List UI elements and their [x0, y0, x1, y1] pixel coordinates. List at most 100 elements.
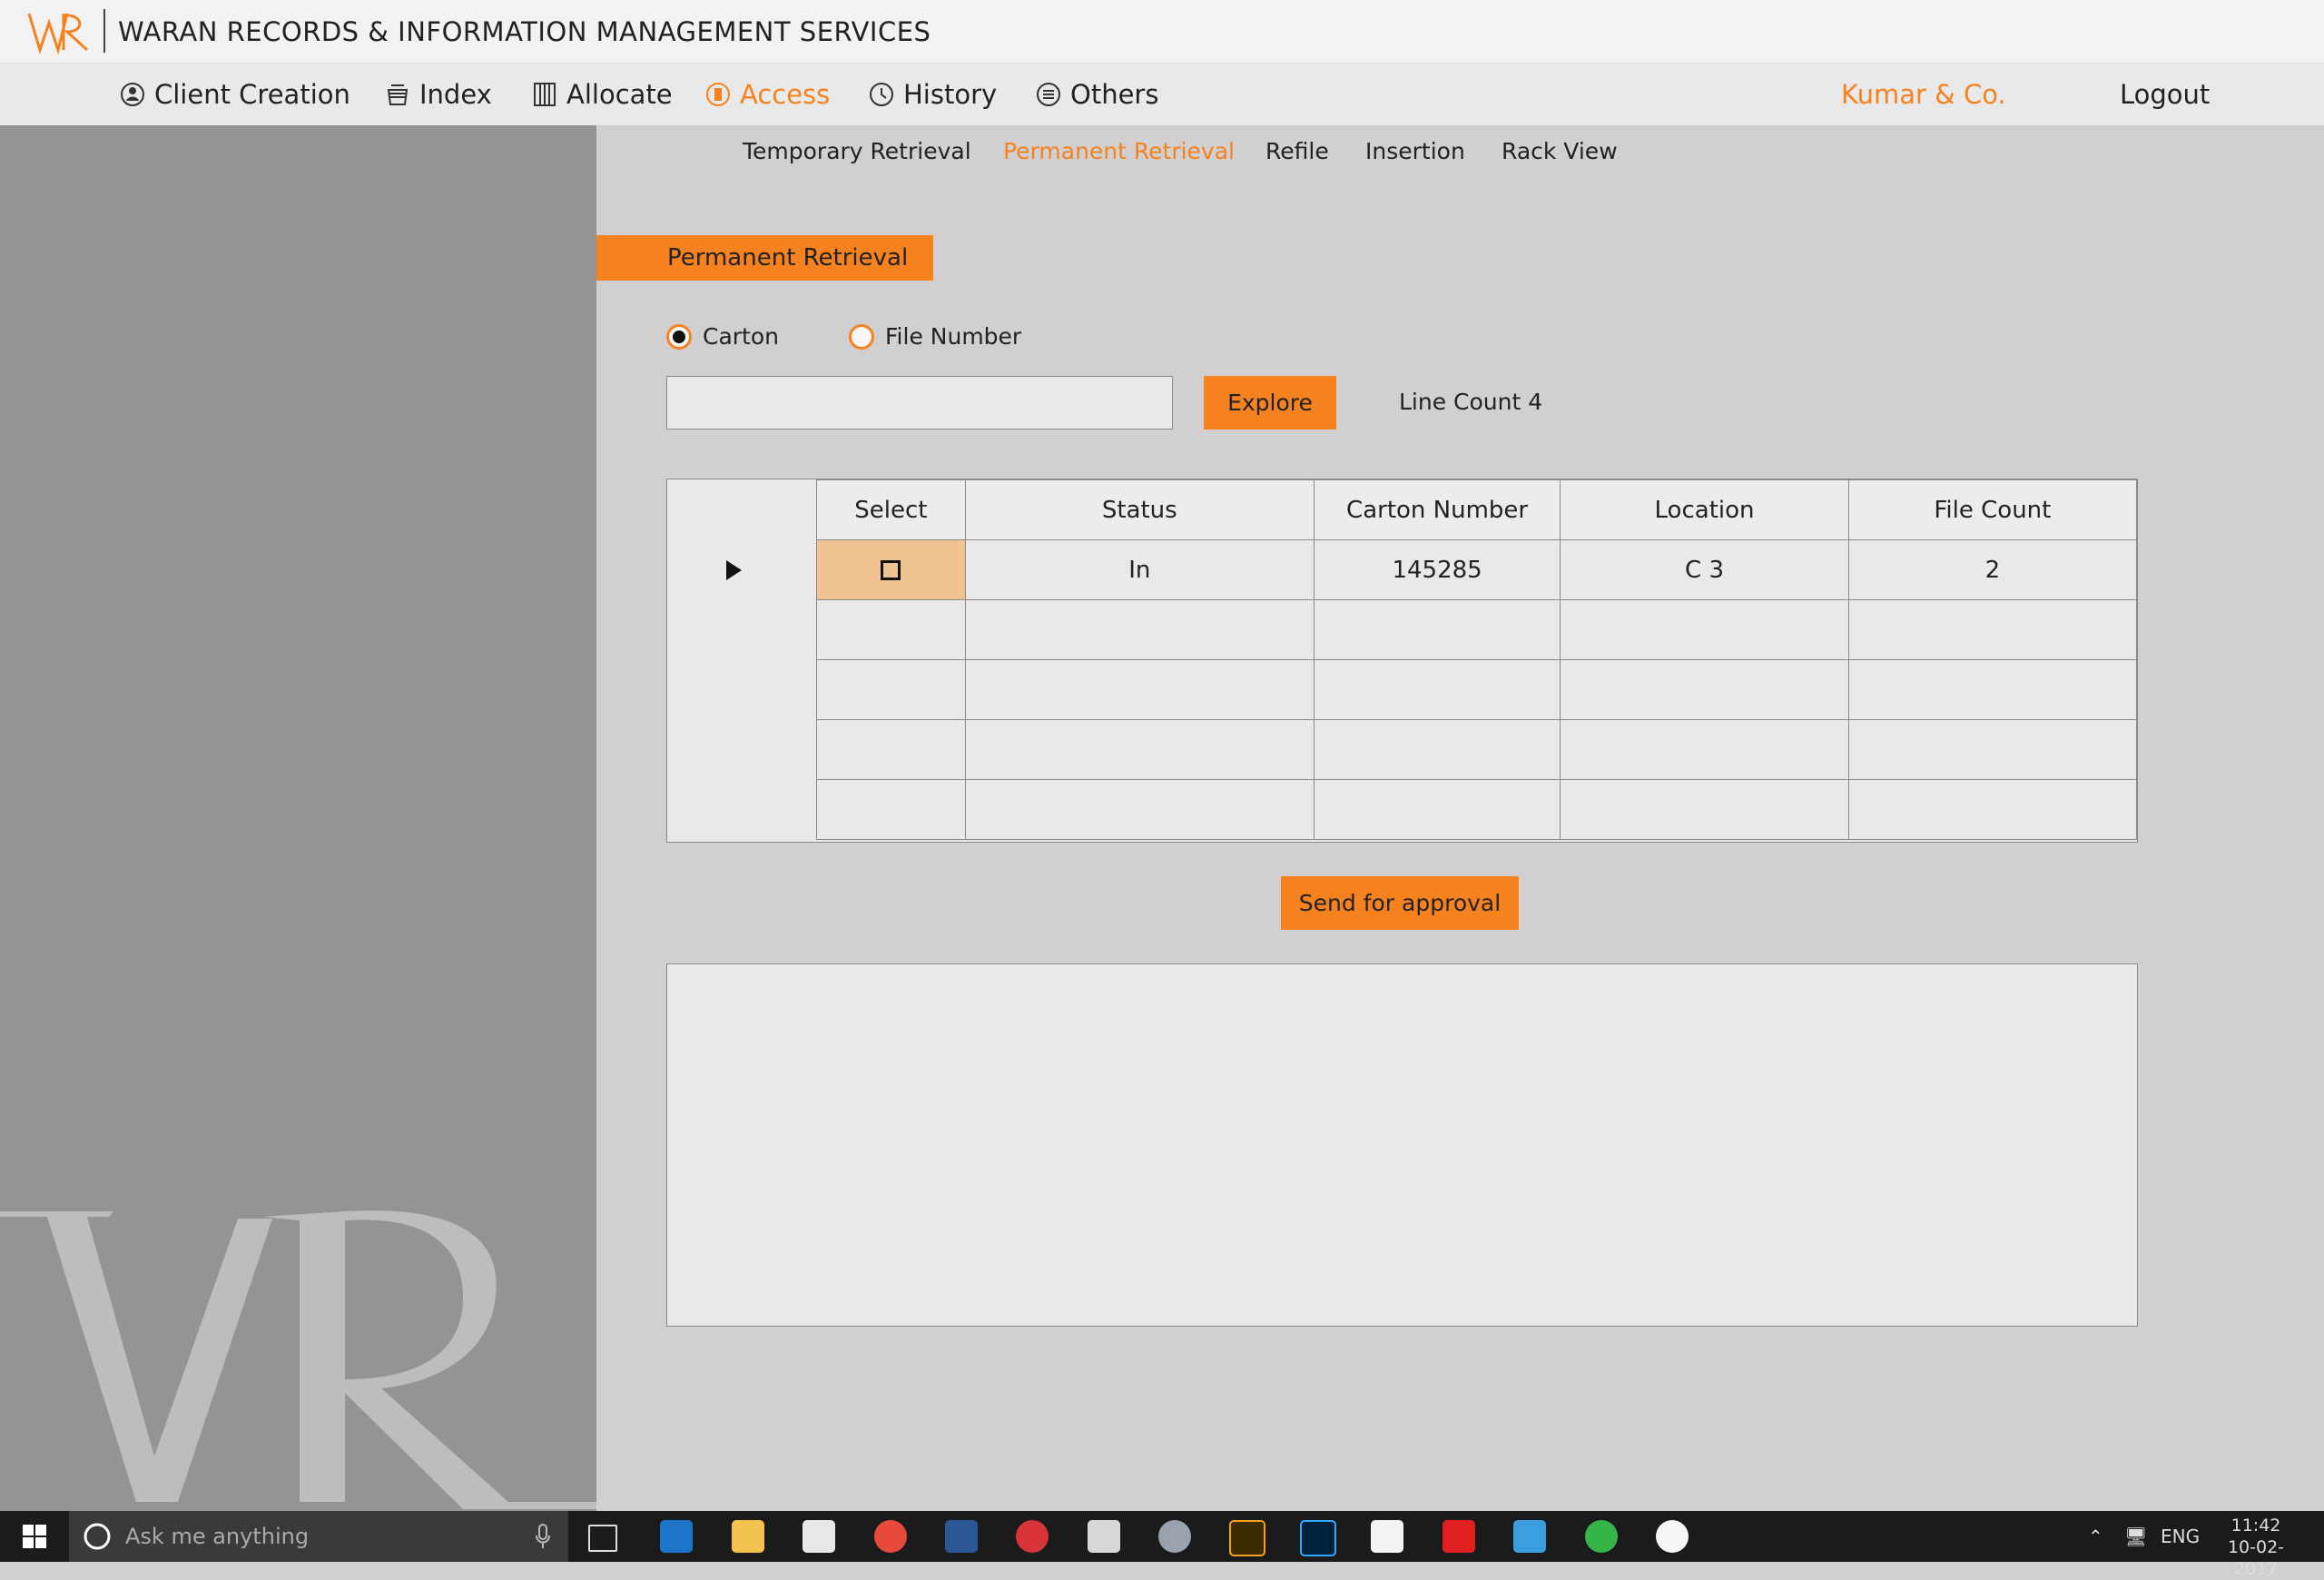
empty-cell [1313, 599, 1561, 660]
edge-browser-icon[interactable] [660, 1520, 693, 1553]
main-menu: Client Creation Index Allocate Access Hi… [0, 64, 2324, 125]
carton-number-cell[interactable]: 145285 [1313, 539, 1561, 600]
microphone-icon[interactable] [534, 1523, 552, 1550]
location-cell[interactable]: C 3 [1560, 539, 1849, 600]
menu-index[interactable]: Index [384, 64, 492, 125]
subnav-rack-view[interactable]: Rack View [1502, 138, 1618, 164]
network-icon[interactable]: 🖥 [2124, 1511, 2147, 1562]
line-count: Line Count 4 [1399, 389, 1543, 415]
subnav-temporary-retrieval[interactable]: Temporary Retrieval [743, 138, 971, 164]
media-app-icon[interactable] [1016, 1520, 1049, 1553]
select-checkbox[interactable] [881, 560, 901, 580]
windows-icon [23, 1525, 46, 1548]
column-header[interactable]: Select [816, 479, 966, 540]
empty-row [816, 659, 2138, 720]
table-header-row: Select Status Carton Number Location Fil… [816, 479, 2138, 540]
empty-cell [1313, 659, 1561, 720]
store-icon[interactable] [803, 1520, 835, 1553]
radio-label: File Number [885, 323, 1022, 350]
tray-chevron-icon[interactable]: ⌃ [2088, 1511, 2103, 1562]
subnav-refile[interactable]: Refile [1265, 138, 1329, 164]
radio-button-selected[interactable] [666, 323, 692, 350]
waran-logo [27, 13, 89, 55]
file-count-cell[interactable]: 2 [1847, 539, 2138, 600]
chrome-icon[interactable] [874, 1520, 907, 1553]
cortana-search[interactable]: Ask me anything [69, 1511, 568, 1562]
empty-cell [1313, 779, 1561, 840]
empty-cell [964, 599, 1315, 660]
acrobat-icon[interactable] [1443, 1520, 1475, 1553]
radio-file-number[interactable]: File Number [849, 323, 1021, 350]
empty-row [816, 719, 2138, 780]
language-indicator[interactable]: ENG [2161, 1511, 2200, 1562]
empty-cell [1560, 779, 1849, 840]
menu-label: Others [1070, 79, 1159, 110]
clock-time: 11:42 [2230, 1516, 2281, 1536]
list-icon [1037, 83, 1060, 106]
section-title: Permanent Retrieval [596, 235, 933, 281]
menu-label: Client Creation [154, 79, 350, 110]
title-bar: WARAN RECORDS & INFORMATION MANAGEMENT S… [0, 0, 2324, 64]
empty-cell [816, 659, 966, 720]
app-title: WARAN RECORDS & INFORMATION MANAGEMENT S… [118, 16, 931, 47]
illustrator-icon[interactable] [1229, 1520, 1265, 1556]
select-cell[interactable] [816, 539, 966, 600]
empty-cell [1847, 779, 2138, 840]
empty-cell [816, 719, 966, 780]
task-view-icon[interactable] [588, 1525, 617, 1552]
sidebar [0, 125, 596, 1511]
empty-row [816, 599, 2138, 660]
pdf-reader-icon[interactable] [1371, 1520, 1403, 1553]
empty-cell [964, 719, 1315, 780]
menu-access[interactable]: Access [704, 64, 830, 125]
search-input[interactable] [666, 376, 1173, 430]
empty-cell [964, 659, 1315, 720]
column-header[interactable]: Carton Number [1313, 479, 1561, 540]
current-row-arrow-icon [726, 560, 742, 580]
start-button[interactable] [0, 1511, 69, 1562]
search-placeholder: Ask me anything [125, 1524, 310, 1549]
empty-cell [1847, 659, 2138, 720]
allocate-icon [534, 83, 556, 106]
radio-button[interactable] [849, 323, 874, 350]
app-icon[interactable] [1158, 1520, 1191, 1553]
subnav-permanent-retrieval[interactable]: Permanent Retrieval [1003, 138, 1235, 164]
green-app-icon[interactable] [1585, 1520, 1618, 1553]
photoshop-icon[interactable] [1300, 1520, 1336, 1556]
column-header[interactable]: File Count [1847, 479, 2138, 540]
word-icon[interactable] [945, 1520, 978, 1553]
results-table: Select Status Carton Number Location Fil… [816, 479, 2138, 840]
system-clock[interactable]: 11:42 10-02-2017 [2206, 1515, 2306, 1580]
logo-separator [103, 9, 105, 53]
menu-label: History [903, 79, 998, 110]
menu-others[interactable]: Others [1035, 64, 1158, 125]
empty-cell [1560, 719, 1849, 780]
logout-button[interactable]: Logout [2120, 64, 2210, 125]
empty-row [816, 779, 2138, 840]
column-header[interactable]: Status [964, 479, 1315, 540]
menu-label: Allocate [566, 79, 673, 110]
empty-cell [1560, 599, 1849, 660]
scanner-icon[interactable] [1513, 1520, 1546, 1553]
file-explorer-icon[interactable] [732, 1520, 764, 1553]
empty-cell [1847, 719, 2138, 780]
empty-cell [964, 779, 1315, 840]
message-area [666, 963, 2138, 1327]
send-for-approval-button[interactable]: Send for approval [1281, 876, 1519, 930]
menu-history[interactable]: History [868, 64, 997, 125]
calculator-icon[interactable] [1088, 1520, 1120, 1553]
radio-carton[interactable]: Carton [666, 323, 779, 350]
subnav-insertion[interactable]: Insertion [1365, 138, 1465, 164]
explore-button[interactable]: Explore [1204, 376, 1336, 430]
empty-cell [816, 599, 966, 660]
itunes-icon[interactable] [1656, 1520, 1689, 1553]
watermark-logo [0, 1210, 596, 1509]
radio-dot [673, 330, 685, 343]
radio-label: Carton [703, 323, 779, 350]
menu-allocate[interactable]: Allocate [531, 64, 673, 125]
table-row[interactable]: In 145285 C 3 2 [816, 539, 2138, 600]
column-header[interactable]: Location [1560, 479, 1849, 540]
empty-cell [816, 779, 966, 840]
status-cell[interactable]: In [964, 539, 1315, 600]
menu-client-creation[interactable]: Client Creation [119, 64, 350, 125]
